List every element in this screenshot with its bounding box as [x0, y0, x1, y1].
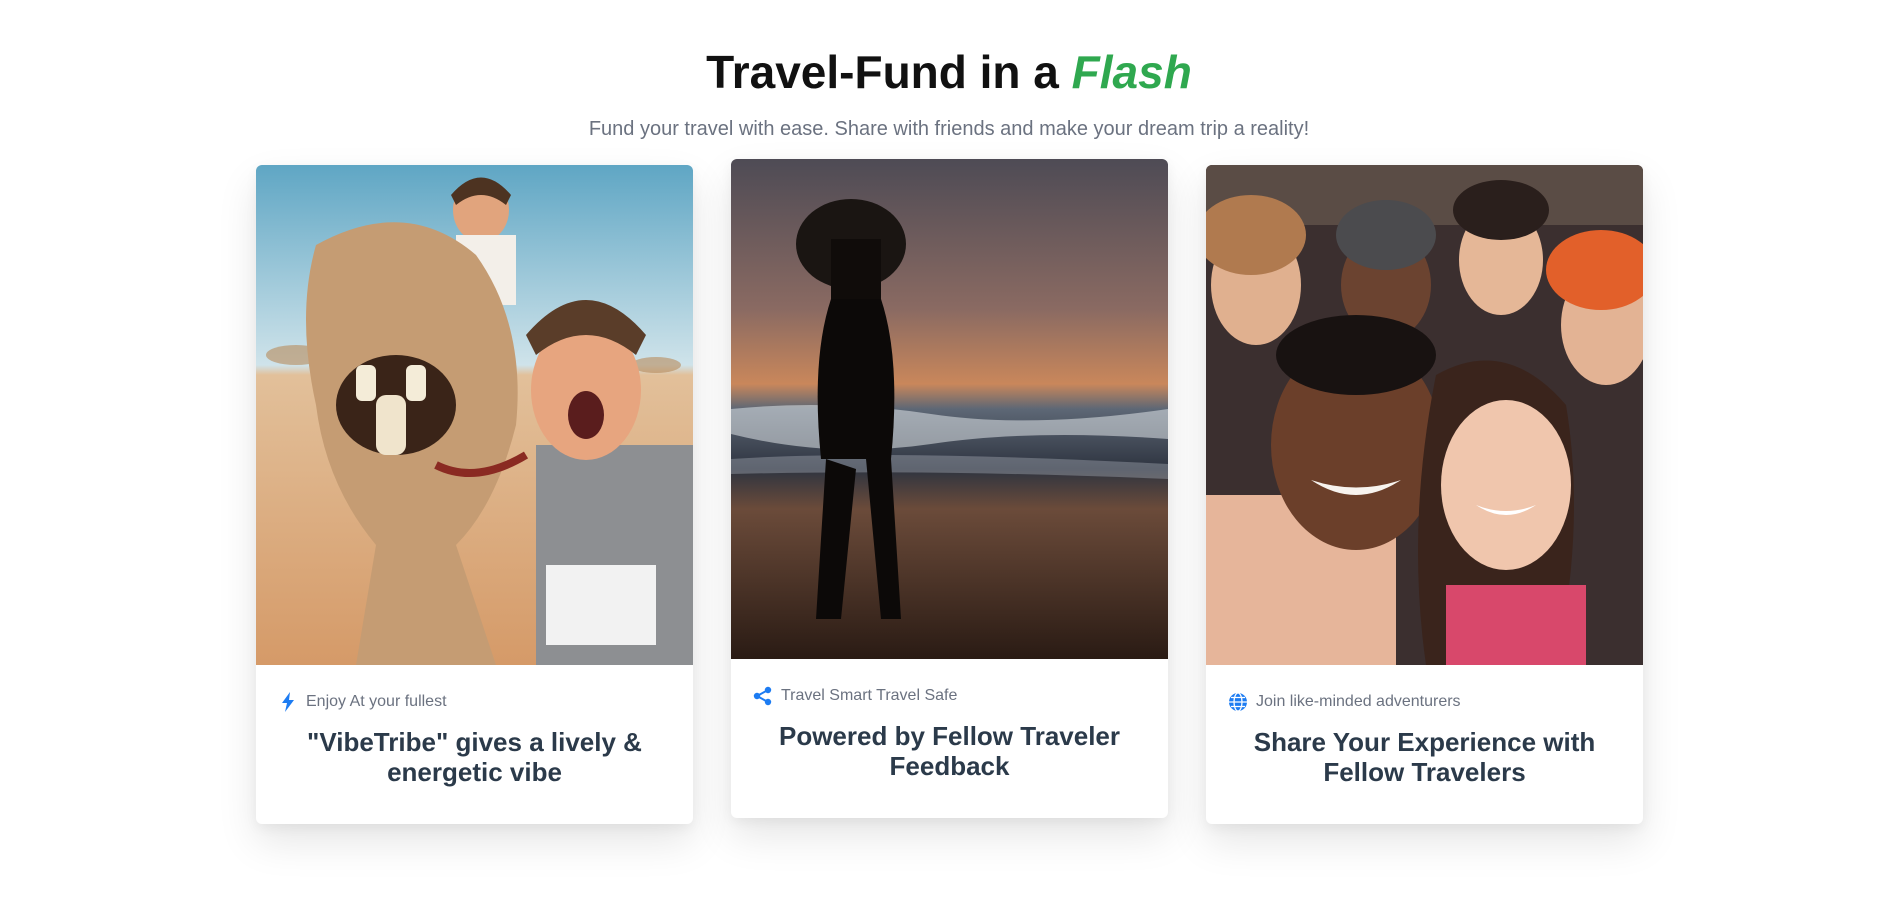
page-title: Travel-Fund in a Flash [0, 44, 1898, 100]
feature-card-feedback[interactable]: Travel Smart Travel Safe Powered by Fell… [731, 159, 1168, 818]
card-heading: Powered by Fellow Traveler Feedback [778, 721, 1121, 781]
beach-sunset-silhouette-photo [731, 159, 1168, 659]
group-friends-selfie-photo [1206, 165, 1643, 665]
card-tag-row: Join like-minded adventurers [1206, 665, 1643, 713]
page-subtitle: Fund your travel with ease. Share with f… [588, 118, 1310, 140]
share-icon [753, 686, 773, 706]
desert-camel-selfie-photo [256, 165, 693, 665]
travel-fund-section: Travel-Fund in a Flash Fund your travel … [0, 0, 1898, 907]
card-tag-row: Enjoy At your fullest [256, 665, 693, 713]
feature-card-share-experience[interactable]: Join like-minded adventurers Share Your … [1206, 165, 1643, 824]
feature-card-vibetribe[interactable]: Enjoy At your fullest "VibeTribe" gives … [256, 165, 693, 824]
bolt-icon [278, 692, 298, 712]
globe-icon [1228, 692, 1248, 712]
card-tag-row: Travel Smart Travel Safe [731, 659, 1168, 707]
card-heading: Share Your Experience with Fellow Travel… [1253, 727, 1596, 787]
card-tag: Join like-minded adventurers [1256, 693, 1461, 710]
title-main: Travel-Fund in a [706, 46, 1072, 98]
card-tag: Travel Smart Travel Safe [781, 687, 958, 704]
title-accent: Flash [1071, 46, 1192, 98]
card-tag: Enjoy At your fullest [306, 693, 447, 710]
card-heading: "VibeTribe" gives a lively & energetic v… [307, 727, 642, 787]
